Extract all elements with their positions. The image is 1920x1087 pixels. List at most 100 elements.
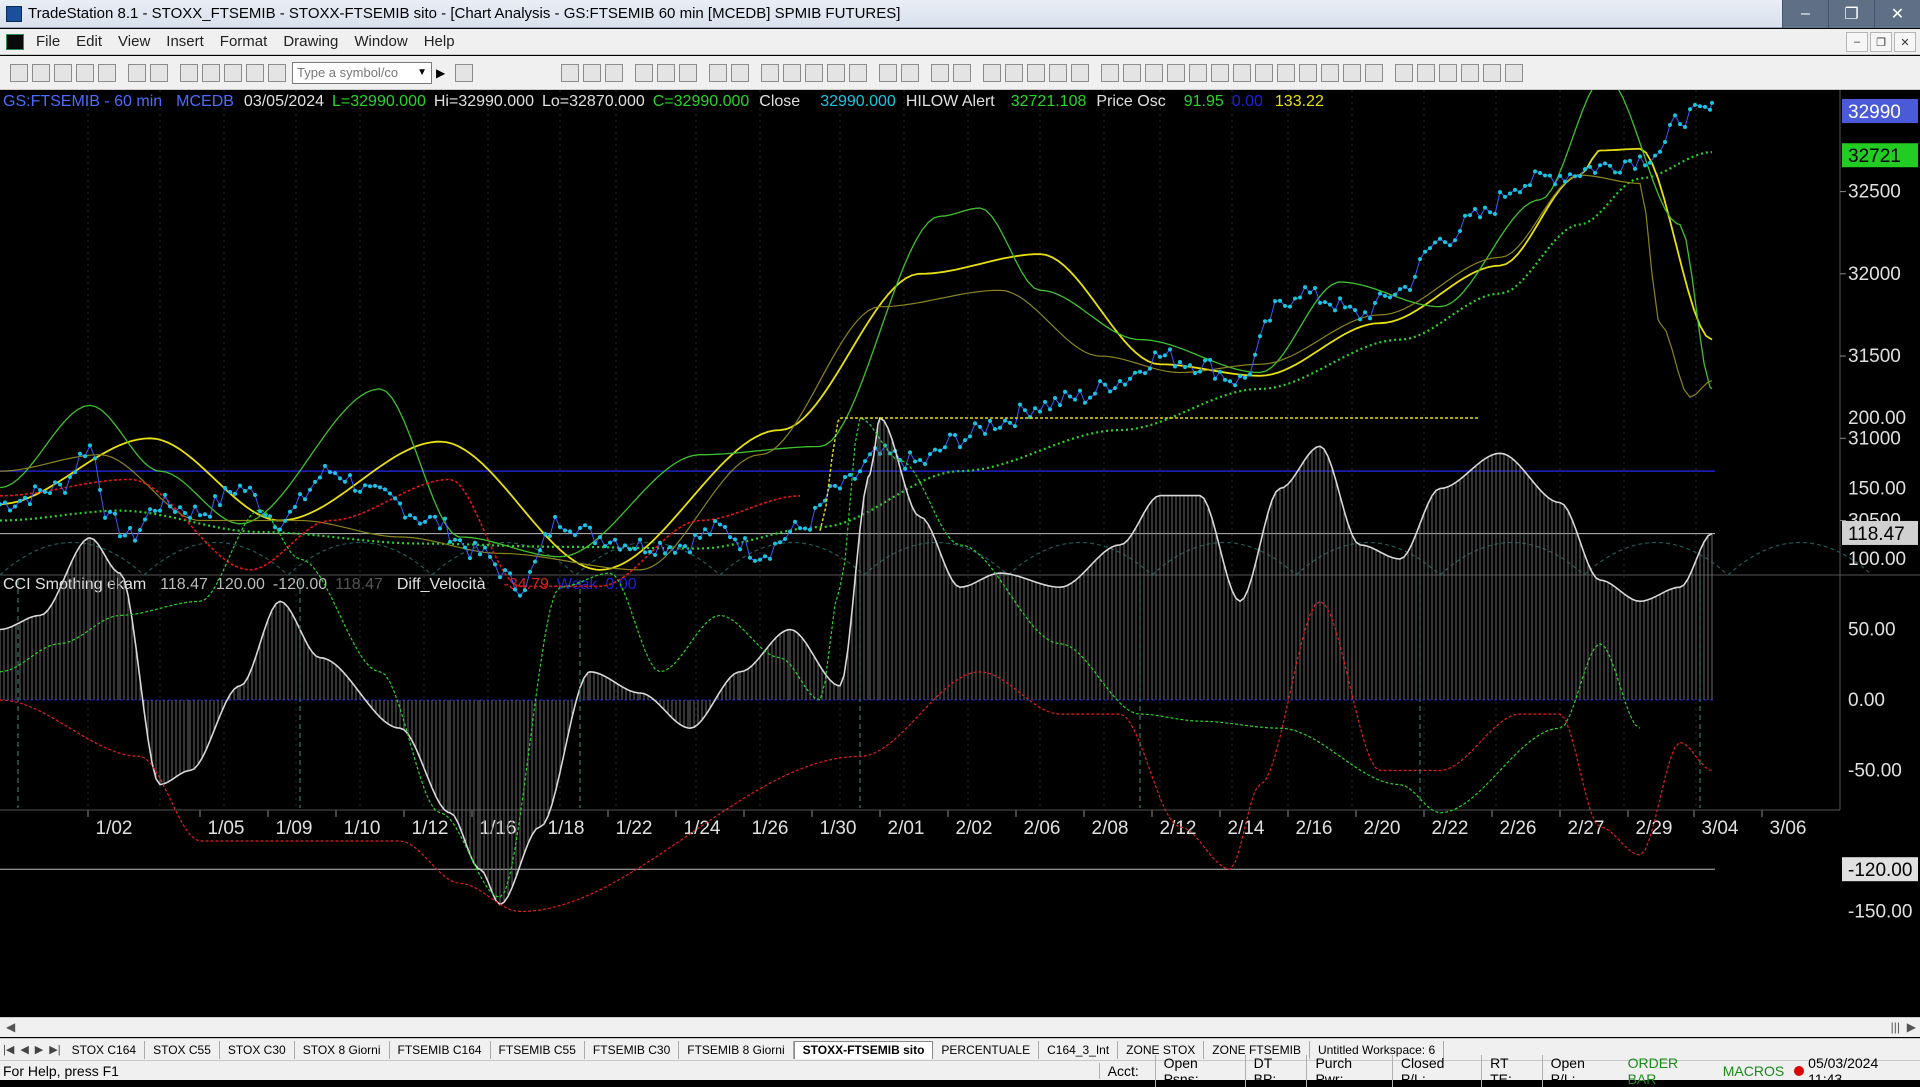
order-bar-button[interactable]: ORDER BAR [1622, 1055, 1717, 1087]
workspace-tab[interactable]: FTSEMIB 8 Giorni [679, 1040, 794, 1059]
fibonacci-icon[interactable] [1167, 63, 1186, 82]
hammer-icon[interactable] [1027, 63, 1046, 82]
workspace-tab[interactable]: FTSEMIB C55 [491, 1040, 585, 1059]
matrix-icon[interactable] [805, 63, 824, 82]
price-bar [668, 545, 672, 550]
format-icon[interactable] [709, 63, 728, 82]
chart-document-icon[interactable] [6, 33, 24, 50]
radar-icon[interactable] [783, 63, 802, 82]
workspace-tab[interactable]: STOX C30 [220, 1040, 295, 1059]
regression-icon[interactable] [1321, 63, 1340, 82]
speed-lines-icon[interactable] [1233, 63, 1252, 82]
window-icon[interactable] [202, 63, 220, 82]
macros-button[interactable]: MACROS [1717, 1063, 1790, 1079]
bar-type-icon[interactable] [849, 63, 868, 82]
workspace-tab[interactable]: STOX 8 Giorni [295, 1040, 390, 1059]
menu-file[interactable]: File [28, 33, 68, 50]
chevron-down-icon[interactable]: ▼ [417, 67, 427, 78]
arrow-up-icon[interactable] [1439, 63, 1458, 82]
vertical-lines-icon[interactable] [1123, 63, 1142, 82]
price-bar [708, 532, 712, 537]
workspace-tab[interactable]: STOXX-FTSEMIB sito [793, 1040, 934, 1059]
sheet-icon[interactable] [605, 63, 624, 82]
window-controls: – ❐ ✕ [1782, 0, 1920, 28]
maximize-button[interactable]: ❐ [1828, 0, 1874, 28]
workspace-tab[interactable]: FTSEMIB C30 [585, 1040, 680, 1059]
insert-analysis-icon[interactable] [731, 63, 750, 82]
gann-icon[interactable] [1255, 63, 1274, 82]
minimize-button[interactable]: – [1782, 0, 1828, 28]
horizontal-scrollbar[interactable]: ◀ ||| ▶ [0, 1017, 1920, 1037]
tab-first-icon[interactable]: |◀ [0, 1043, 17, 1056]
print-preview-icon[interactable] [150, 63, 168, 82]
curve-icon[interactable] [1395, 63, 1414, 82]
rectangle-icon[interactable] [1483, 63, 1502, 82]
tools-icon[interactable] [246, 63, 264, 82]
channel-icon[interactable] [1299, 63, 1318, 82]
open-icon[interactable] [32, 63, 50, 82]
chart-canvas[interactable]: 32500320003150031000305003299032721200.0… [0, 90, 1920, 1017]
scroll-thumb-icon[interactable]: ||| [1891, 1020, 1900, 1034]
pointer-icon[interactable] [983, 63, 1002, 82]
find-symbol-icon[interactable] [455, 63, 474, 82]
paste-icon[interactable] [76, 63, 94, 82]
compress-icon[interactable] [879, 63, 898, 82]
zoom-out-icon[interactable] [953, 63, 972, 82]
print-icon[interactable] [128, 63, 146, 82]
doc-minimize-button[interactable]: – [1846, 32, 1868, 52]
new-icon[interactable] [10, 63, 28, 82]
fan-icon[interactable] [1211, 63, 1230, 82]
pencil-icon[interactable] [1365, 63, 1384, 82]
doc-restore-button[interactable]: ❐ [1870, 32, 1892, 52]
tab-last-icon[interactable]: ▶| [46, 1043, 63, 1056]
menu-format[interactable]: Format [212, 33, 276, 50]
menu-drawing[interactable]: Drawing [275, 33, 346, 50]
tab-prev-icon[interactable]: ◀ [17, 1043, 31, 1056]
close-button[interactable]: ✕ [1874, 0, 1920, 28]
andrews-icon[interactable] [1277, 63, 1296, 82]
data-window-icon[interactable] [1049, 63, 1068, 82]
symbol-input[interactable]: Type a symbol/co ▼ [292, 61, 432, 84]
scroll-right-icon[interactable]: ▶ [1907, 1020, 1916, 1034]
globe-icon[interactable] [268, 63, 286, 82]
menu-help[interactable]: Help [416, 33, 463, 50]
horizontal-lines-icon[interactable] [1145, 63, 1164, 82]
chart-area[interactable]: 32500320003150031000305003299032721200.0… [0, 90, 1920, 1017]
menu-insert[interactable]: Insert [158, 33, 212, 50]
arrow-down-icon[interactable] [1417, 63, 1436, 82]
arc-icon[interactable] [1189, 63, 1208, 82]
hot-list-icon[interactable] [827, 63, 846, 82]
zoom-in-icon[interactable] [931, 63, 950, 82]
workspace-icon[interactable] [180, 63, 198, 82]
menu-view[interactable]: View [110, 33, 158, 50]
menu-edit[interactable]: Edit [68, 33, 110, 50]
save-icon[interactable] [98, 63, 116, 82]
price-bar [1418, 257, 1422, 262]
lock-icon[interactable] [224, 63, 242, 82]
expand-icon[interactable] [901, 63, 920, 82]
ellipse-icon[interactable] [1461, 63, 1480, 82]
trendline-icon[interactable] [1101, 63, 1120, 82]
scanner-icon[interactable] [761, 63, 780, 82]
workspace-tab[interactable]: STOX C55 [145, 1040, 220, 1059]
go-arrow-icon[interactable]: ▶ [436, 66, 445, 80]
workspace-tab[interactable]: C164_3_Int [1039, 1040, 1119, 1059]
cycle-icon[interactable] [1343, 63, 1362, 82]
grid-icon[interactable] [561, 63, 580, 82]
copy-icon[interactable] [54, 63, 72, 82]
chart-bar-icon[interactable] [657, 63, 676, 82]
menu-window[interactable]: Window [346, 33, 415, 50]
table-icon[interactable] [583, 63, 602, 82]
workspace-tab[interactable]: STOX C164 [64, 1040, 146, 1059]
workspace-tab[interactable]: PERCENTUALE [933, 1040, 1040, 1059]
refresh-icon[interactable] [679, 63, 698, 82]
tab-next-icon[interactable]: ▶ [32, 1043, 46, 1056]
workspace-tab[interactable]: FTSEMIB C164 [390, 1040, 491, 1059]
doc-close-button[interactable]: ✕ [1894, 32, 1916, 52]
crosshair-icon[interactable] [1005, 63, 1024, 82]
text-icon[interactable] [1505, 63, 1524, 82]
price-bar [718, 522, 722, 527]
tracking-icon[interactable] [1071, 63, 1090, 82]
chart-line-icon[interactable] [635, 63, 654, 82]
scroll-left-icon[interactable]: ◀ [6, 1020, 15, 1034]
